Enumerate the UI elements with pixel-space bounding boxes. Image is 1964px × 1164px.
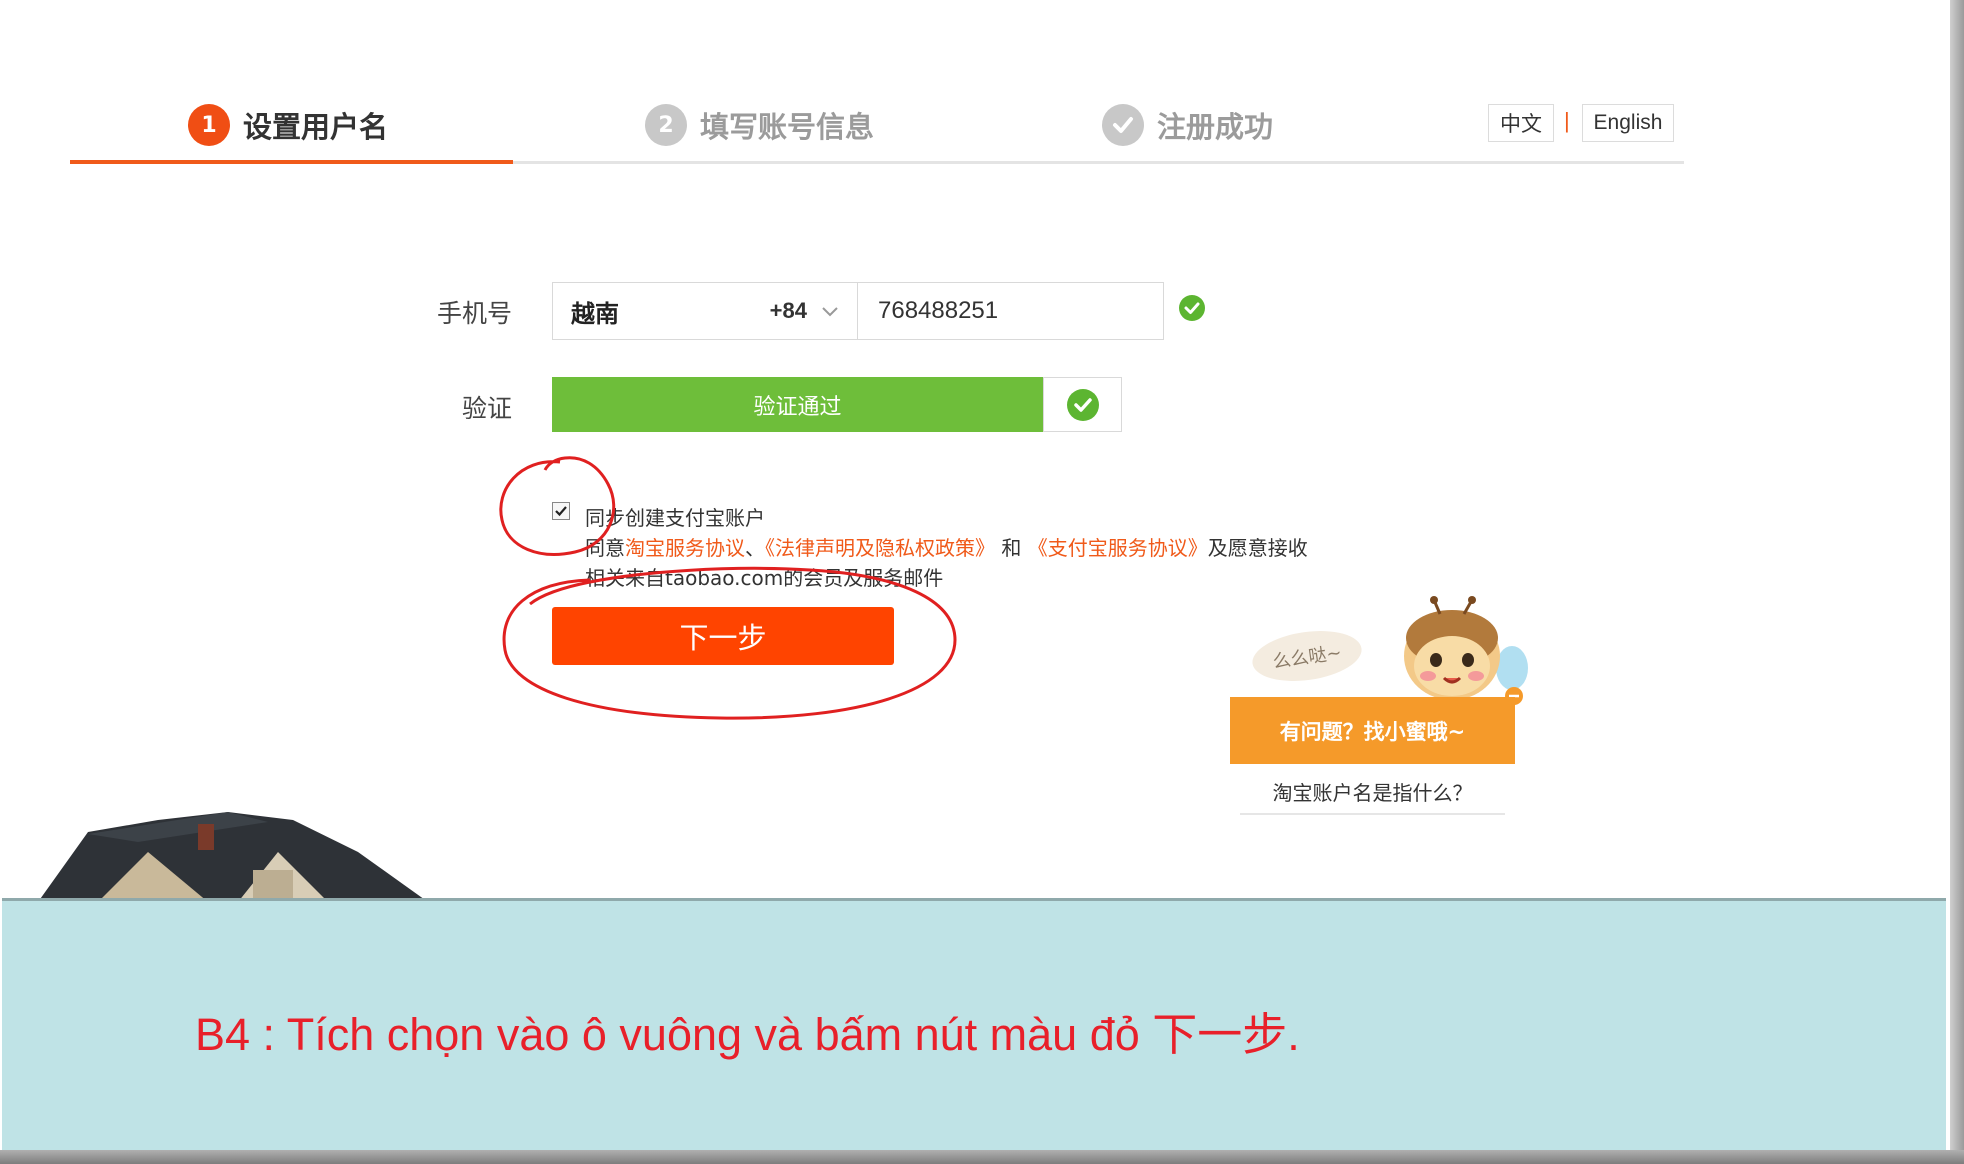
alipay-sync-label[interactable]: 同步创建支付宝账户 [585,502,765,531]
taobao-service-agreement-link[interactable]: 淘宝服务协议 [625,536,745,560]
step-label-2: 填写账号信息 [700,110,875,144]
verify-slider-passed: 验证通过 [552,377,1043,432]
agree-separator: 、 [745,536,765,560]
help-speech-bubble: 么么哒~ [1249,624,1365,688]
bottom-edge-shadow [0,1150,1964,1164]
verify-label: 验证 [461,394,512,423]
step-number-1: 1 [188,104,230,146]
step-label-3: 注册成功 [1157,110,1274,144]
help-banner[interactable]: 有问题？找小蜜哦~ [1230,697,1515,764]
country-name: 越南 [571,299,619,328]
step-progress-active [70,160,513,164]
agree-and: 和 [995,536,1028,560]
agree-prefix: 同意 [585,536,625,560]
step-number-2: 2 [645,104,687,146]
right-edge-shadow [1950,0,1964,1164]
check-circle-icon [1179,295,1205,321]
agreement-text: 同意淘宝服务协议、《法律声明及隐私权政策》 和 《支付宝服务协议》及愿意接收 [585,532,1308,561]
agree-suffix: 及愿意接收 [1207,536,1308,560]
step-set-username: 1 设置用户名 [188,104,388,146]
legal-privacy-policy-link[interactable]: 《法律声明及隐私权政策》 [765,536,995,560]
country-code-select[interactable]: 越南 +84 [552,282,858,340]
caption-text: B4 : Tích chọn vào ô vuông và bấm nút mà… [195,1009,1300,1060]
country-code: +84 [769,298,807,323]
step-done-check-icon [1102,104,1144,146]
house-image [38,812,428,902]
step-fill-account-info: 2 填写账号信息 [645,104,874,146]
phone-number-input[interactable] [858,282,1164,340]
checkbox-check-icon [555,506,567,517]
next-step-button[interactable]: 下一步 [552,607,894,665]
alipay-sync-checkbox[interactable] [552,502,570,520]
help-question-link[interactable]: 淘宝账户名是指什么？ [1240,769,1505,815]
screenshot-frame: 1 设置用户名 2 填写账号信息 注册成功 中文 | English 手机号 越… [0,0,1964,1164]
step-register-success: 注册成功 [1102,104,1273,146]
bee-mascot-icon[interactable] [1390,596,1530,708]
language-english-button[interactable]: English [1582,104,1674,142]
step-label-1: 设置用户名 [243,110,389,144]
check-circle-icon [1066,388,1099,421]
phone-label: 手机号 [436,299,512,328]
chevron-down-icon [822,307,838,317]
alipay-service-agreement-link[interactable]: 《支付宝服务协议》 [1028,536,1208,560]
agreement-email-text: 相关来自taobao.com的会员及服务邮件 [585,566,944,590]
language-chinese-button[interactable]: 中文 [1488,104,1554,142]
verify-status-box [1043,377,1122,432]
language-separator: | [1564,108,1570,133]
